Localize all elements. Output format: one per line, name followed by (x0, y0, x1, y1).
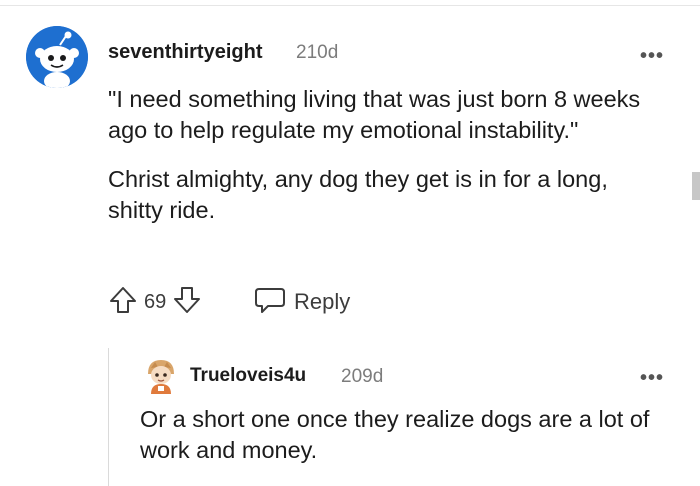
downvote-icon[interactable] (172, 285, 202, 320)
comment-paragraph-1: "I need something living that was just b… (108, 86, 641, 143)
reply-body: Or a short one once they realize dogs ar… (140, 406, 650, 463)
reply-label: Reply (294, 289, 351, 314)
thread-line[interactable] (108, 348, 109, 486)
reply-timestamp: 209d (341, 366, 384, 387)
comment-username[interactable]: seventhirtyeight (108, 41, 262, 64)
comment-paragraph-2: Christ almighty, any dog they get is in … (108, 166, 608, 223)
reply-username[interactable]: Trueloveis4u (190, 365, 306, 387)
snoo-avatar[interactable] (26, 26, 88, 88)
scrollbar-thumb[interactable] (692, 172, 700, 200)
more-options-icon[interactable]: ••• (640, 46, 664, 66)
reply-avatar[interactable] (142, 356, 180, 394)
reply-button[interactable]: Reply (254, 286, 350, 318)
upvote-icon[interactable] (108, 285, 138, 320)
comment-timestamp: 210d (296, 42, 339, 63)
comment-bubble-icon (254, 285, 286, 320)
vote-count: 69 (144, 290, 167, 313)
reply-more-options-icon[interactable]: ••• (640, 368, 664, 388)
comment-body: "I need something living that was just b… (108, 84, 668, 226)
top-divider (0, 5, 700, 6)
vote-bar: 69 (108, 286, 202, 318)
